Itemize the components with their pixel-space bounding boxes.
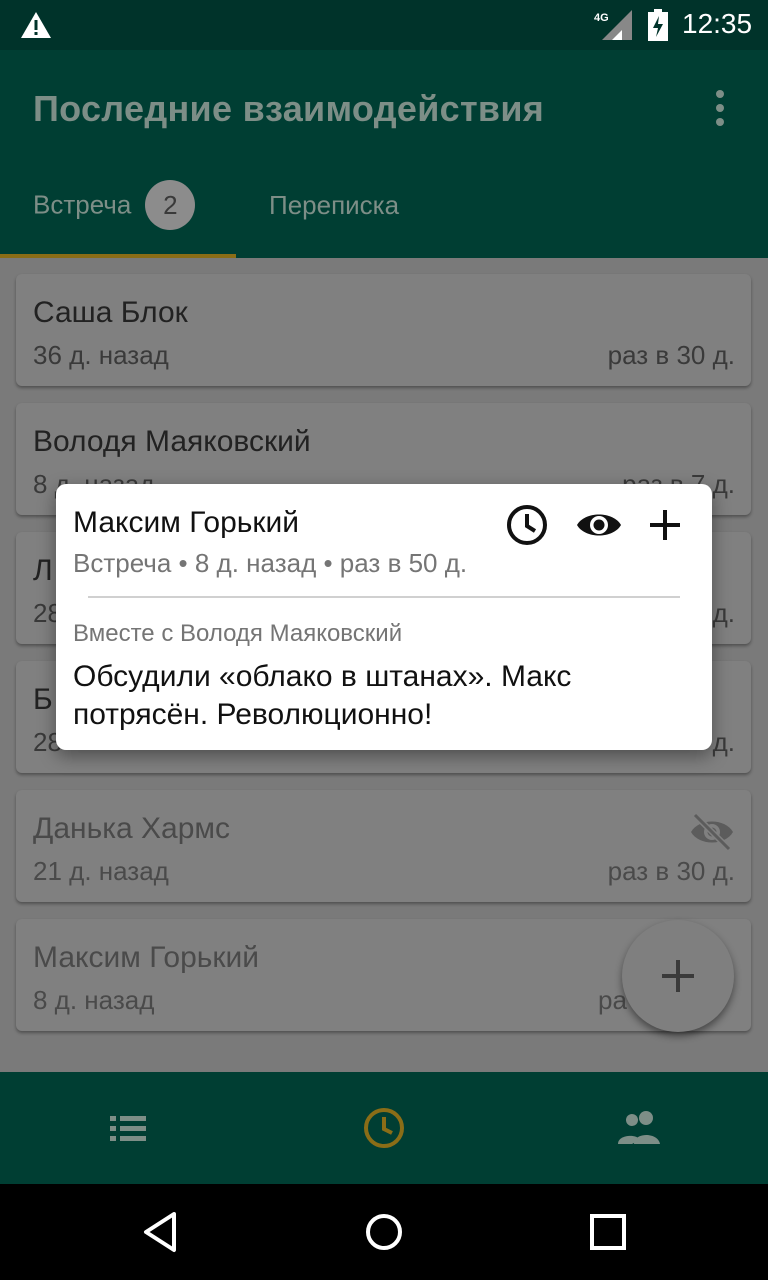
contact-card[interactable]: Саша Блок 36 д. назад раз в 30 д. bbox=[16, 274, 751, 386]
popup-contact-name: Максим Горький bbox=[73, 506, 300, 539]
contact-frequency: раз в 30 д. bbox=[607, 340, 735, 370]
contact-frequency: раз в 30 д. bbox=[607, 856, 735, 886]
contact-frequency: д. bbox=[712, 727, 735, 757]
recent-icon[interactable] bbox=[356, 1102, 412, 1154]
contact-frequency: д. bbox=[712, 598, 735, 628]
tab-meeting-badge: 2 bbox=[145, 180, 196, 230]
tab-correspondence-label: Переписка bbox=[269, 190, 400, 220]
contact-last-seen: 8 д. назад bbox=[33, 985, 155, 1015]
people-icon[interactable] bbox=[612, 1102, 668, 1154]
list-icon[interactable] bbox=[100, 1102, 156, 1154]
contact-name: Л bbox=[33, 554, 53, 587]
home-icon[interactable] bbox=[358, 1206, 410, 1258]
popup-meta: Встреча • 8 д. назад • раз в 50 д. bbox=[73, 548, 468, 578]
contact-name: Б bbox=[33, 683, 53, 716]
signal-icon: 4G bbox=[594, 10, 632, 40]
bottom-navigation bbox=[0, 1072, 768, 1184]
tab-meeting-label: Встреча bbox=[33, 189, 132, 220]
contact-last-seen: 36 д. назад bbox=[33, 340, 169, 370]
contact-name: Максим Горький bbox=[33, 941, 260, 974]
clock-icon[interactable] bbox=[504, 502, 550, 548]
plus-icon[interactable] bbox=[642, 502, 688, 548]
popup-with: Вместе с Володя Маяковский bbox=[73, 620, 403, 647]
recents-icon[interactable] bbox=[582, 1206, 634, 1258]
contact-card[interactable]: Данька Хармс 21 д. назад раз в 30 д. bbox=[16, 790, 751, 902]
app-bar: Последние взаимодействия Встреча 2 Перепи… bbox=[0, 50, 768, 258]
system-navigation bbox=[0, 1184, 768, 1280]
status-time: 12:35 bbox=[682, 8, 753, 39]
page-title: Последние взаимодействия bbox=[33, 88, 545, 129]
plus-icon bbox=[662, 960, 694, 992]
contact-last-seen: 21 д. назад bbox=[33, 856, 169, 886]
back-icon[interactable] bbox=[134, 1206, 186, 1258]
network-type: 4G bbox=[594, 12, 609, 24]
add-interaction-fab[interactable] bbox=[622, 920, 734, 1032]
contact-name: Данька Хармс bbox=[33, 812, 231, 845]
battery-charging-icon bbox=[648, 9, 668, 41]
contact-name: Саша Блок bbox=[33, 296, 188, 329]
contact-name: Володя Маяковский bbox=[33, 425, 311, 458]
contact-frequency: ра bbox=[598, 985, 627, 1015]
status-bar: 4G 12:35 bbox=[0, 0, 768, 50]
tab-meeting[interactable]: Встреча 2 bbox=[33, 180, 196, 250]
interaction-popup: Максим Горький Встреча • 8 д. назад • ра… bbox=[56, 484, 712, 750]
tab-correspondence[interactable]: Переписка bbox=[269, 180, 399, 250]
more-vert-icon[interactable] bbox=[700, 88, 740, 128]
eye-off-icon bbox=[691, 812, 733, 852]
popup-divider bbox=[88, 596, 680, 598]
popup-note: Обсудили «облако в штанах». Макс потрясё… bbox=[73, 660, 572, 731]
eye-icon[interactable] bbox=[576, 502, 622, 548]
warning-icon bbox=[21, 12, 51, 38]
